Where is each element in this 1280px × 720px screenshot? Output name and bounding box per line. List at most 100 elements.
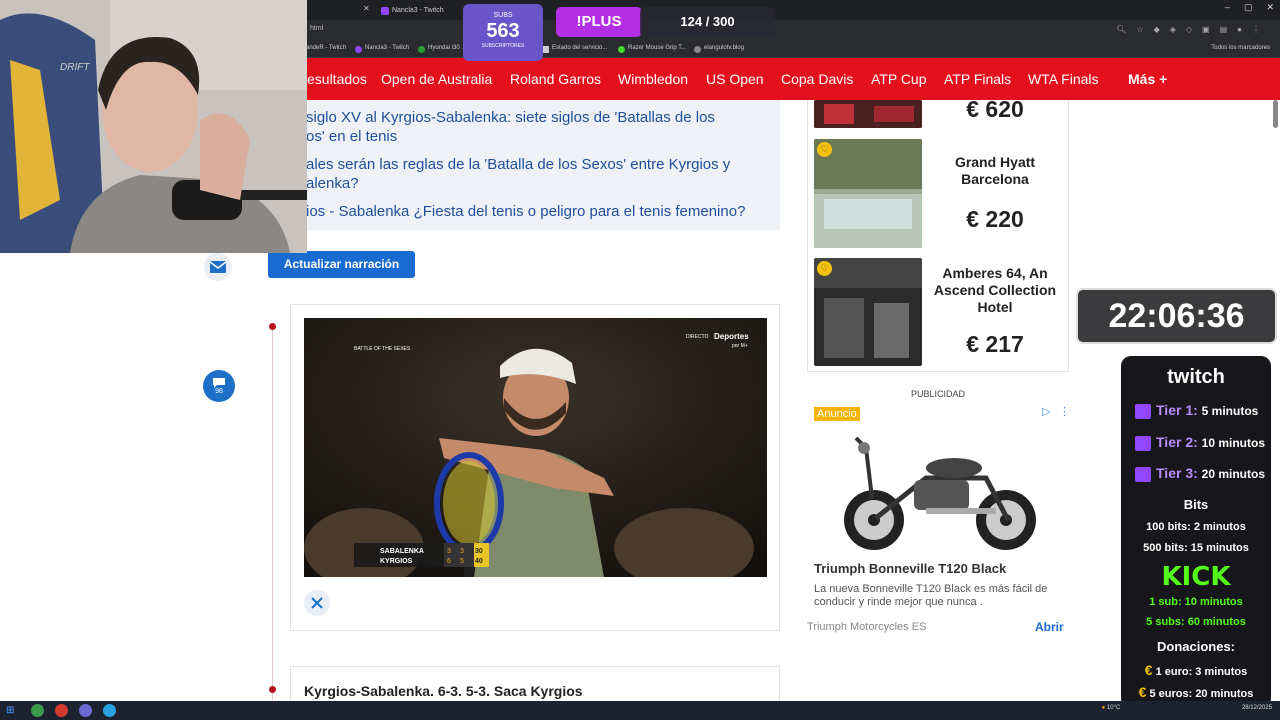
bookmark-label: Razer Mouse Grip T... (628, 45, 687, 51)
related-link[interactable]: ales serán las reglas de la 'Batalla de … (306, 155, 730, 174)
bookmark-item[interactable]: Hyundai i30 ... (418, 45, 466, 53)
bookmark-item[interactable]: Razer Mouse Grip T... (618, 45, 687, 53)
x-icon (311, 597, 323, 609)
comment-icon (213, 377, 225, 388)
ad-title[interactable]: Triumph Bonneville T120 Black (814, 561, 1006, 576)
related-link[interactable]: ios - Sabalenka ¿Fiesta del tenis o peli… (306, 202, 745, 221)
chrome-icon[interactable] (31, 704, 44, 717)
x-share-button[interactable] (304, 590, 330, 616)
comments-button[interactable]: 98 (203, 370, 235, 402)
scoreboard: SABALENKA KYRGIOS 3 3 6 5 30 40 (354, 543, 489, 567)
extension-icon[interactable]: ◇ (1186, 25, 1192, 34)
all-bookmarks[interactable]: Todos los marcadores (1211, 45, 1270, 51)
start-icon[interactable]: ⊞ (6, 704, 19, 717)
profile-avatar[interactable]: ● (1237, 25, 1242, 34)
puzzle-icon[interactable]: ▣ (1202, 25, 1210, 34)
nav-item-wimbledon[interactable]: Wimbledon (618, 71, 688, 87)
extension-icon[interactable]: ◆ (1154, 25, 1160, 34)
nav-item-copa-davis[interactable]: Copa Davis (781, 71, 853, 87)
window-controls: – ▢ ✕ (1211, 2, 1274, 13)
nav-item-wta-finals[interactable]: WTA Finals (1028, 71, 1099, 87)
hotel-photo (814, 139, 922, 248)
app-icon[interactable] (79, 704, 92, 717)
donation-text: 1 euro: 3 minutos (1155, 666, 1248, 678)
hotel-name: Grand Hyatt Barcelona (954, 154, 1036, 187)
sidebar-icon[interactable]: ▤ (1220, 25, 1228, 34)
subs-label: SUBS (493, 12, 513, 19)
streamer-webcam: DRIFT (0, 0, 307, 253)
related-link[interactable]: siglo XV al Kyrgios-Sabalenka: siete sig… (306, 108, 715, 127)
bookmark-item[interactable]: Nancla3 - Twitch (355, 45, 409, 53)
donation-text: 5 euros: 20 minutos (1149, 688, 1254, 700)
subathon-rules-panel: twitch Tier 1: 5 minutos Tier 2: 10 minu… (1121, 356, 1271, 708)
globe-icon (694, 46, 701, 53)
nav-item-resultados[interactable]: esultados (307, 71, 367, 87)
heart-icon[interactable]: ♡ (817, 261, 832, 276)
donation-rule: € 1 euro: 3 minutos (1121, 662, 1271, 678)
bookmark-star-icon[interactable]: ☆ (1136, 25, 1143, 34)
ad-motorcycle-image[interactable] (836, 428, 1042, 553)
bookmark-item[interactable]: Estado del servicio... (542, 45, 607, 53)
url-field[interactable]: html (310, 25, 323, 32)
score-player: SABALENKA (380, 548, 424, 555)
ad-badge: Anuncio (814, 407, 860, 421)
mail-icon (210, 261, 226, 273)
subathon-timer: 22:06:36 (1076, 288, 1277, 344)
ad-menu-icon[interactable]: ⋮ (1059, 405, 1070, 418)
menu-icon[interactable]: ⋮ (1252, 25, 1260, 34)
zoom-icon[interactable]: 🔍︎ (1116, 25, 1126, 34)
nav-item-open-australia[interactable]: Open de Australia (381, 71, 492, 87)
tray-date: 28/12/2025 (1241, 705, 1272, 711)
related-link[interactable]: alenka? (306, 174, 359, 193)
tier-row: Tier 1: 5 minutos (1135, 402, 1280, 419)
nav-item-roland-garros[interactable]: Roland Garros (510, 71, 601, 87)
score-set: 6 (447, 558, 451, 565)
hotel-image[interactable]: ♡ (814, 258, 922, 366)
adchoices-icon[interactable]: ▷ (1042, 405, 1050, 418)
tennis-player-frame: BATTLE OF THE SEXES DIRECTO Deportes por… (304, 318, 767, 577)
windows-taskbar: ⊞ ● 10°C 28/12/2025 (0, 701, 1280, 720)
ad-brand: Triumph Motorcycles ES (807, 621, 927, 633)
heart-icon[interactable]: ♡ (817, 142, 832, 157)
broadcaster-sub: por M+ (732, 343, 748, 349)
nav-item-us-open[interactable]: US Open (706, 71, 764, 87)
scrollbar-thumb[interactable] (1273, 100, 1278, 128)
nav-more-button[interactable]: Más + (1128, 71, 1167, 87)
telegram-icon[interactable] (103, 704, 116, 717)
hotel-image[interactable]: ♡ (814, 139, 922, 248)
close-window-icon[interactable]: ✕ (1266, 2, 1274, 12)
nav-item-atp-cup[interactable]: ATP Cup (871, 71, 927, 87)
hyundai-icon (418, 46, 425, 53)
ad-description: La nueva Bonneville T120 Black es más fá… (814, 583, 1048, 608)
live-label: DIRECTO (686, 334, 709, 340)
hotel-photo (814, 100, 922, 128)
video-player[interactable]: BATTLE OF THE SEXES DIRECTO Deportes por… (304, 318, 767, 577)
hotel-image[interactable] (814, 100, 922, 128)
toolbar-icons: 🔍︎ ☆ ◆ ◈ ◇ ▣ ▤ ● ⋮ (1106, 25, 1260, 34)
mail-share-button[interactable] (204, 253, 232, 281)
subs-counter: SUBS 563 SUBSCRIPTORES (463, 4, 543, 61)
extension-icon[interactable]: ◈ (1170, 25, 1176, 34)
sub-goal-progress: 124 / 300 (640, 7, 775, 37)
live-post-card: Kyrgios-Sabalenka. 6-3. 5-3. Saca Kyrgio… (290, 666, 780, 706)
app-icon[interactable] (55, 704, 68, 717)
hotel-price: € 620 (966, 96, 1024, 122)
post-title: Kyrgios-Sabalenka. 6-3. 5-3. Saca Kyrgio… (304, 683, 583, 699)
update-narration-button[interactable]: Actualizar narración (268, 251, 415, 278)
weather-temp: 10°C (1106, 705, 1121, 711)
timeline-line (272, 326, 273, 700)
weather-icon: ● (1101, 705, 1106, 711)
bits-rule: 500 bits: 15 minutos (1143, 542, 1249, 554)
close-tab-icon[interactable]: ✕ (363, 4, 370, 13)
nav-item-atp-finals[interactable]: ATP Finals (944, 71, 1011, 87)
ad-open-button[interactable]: Abrir (1035, 620, 1064, 634)
minimize-icon[interactable]: – (1225, 2, 1230, 12)
maximize-icon[interactable]: ▢ (1244, 2, 1253, 12)
twitch-icon (355, 46, 362, 53)
tier-row: Tier 2: 10 minutos (1135, 434, 1280, 451)
bookmark-item[interactable]: elangulotv.blog (694, 45, 744, 53)
browser-tab[interactable]: Nancla3 - Twitch (378, 3, 444, 19)
plus-badge: !PLUS (556, 7, 642, 37)
related-link[interactable]: os' en el tenis (306, 127, 397, 146)
ad-label: PUBLICIDAD (910, 389, 965, 399)
